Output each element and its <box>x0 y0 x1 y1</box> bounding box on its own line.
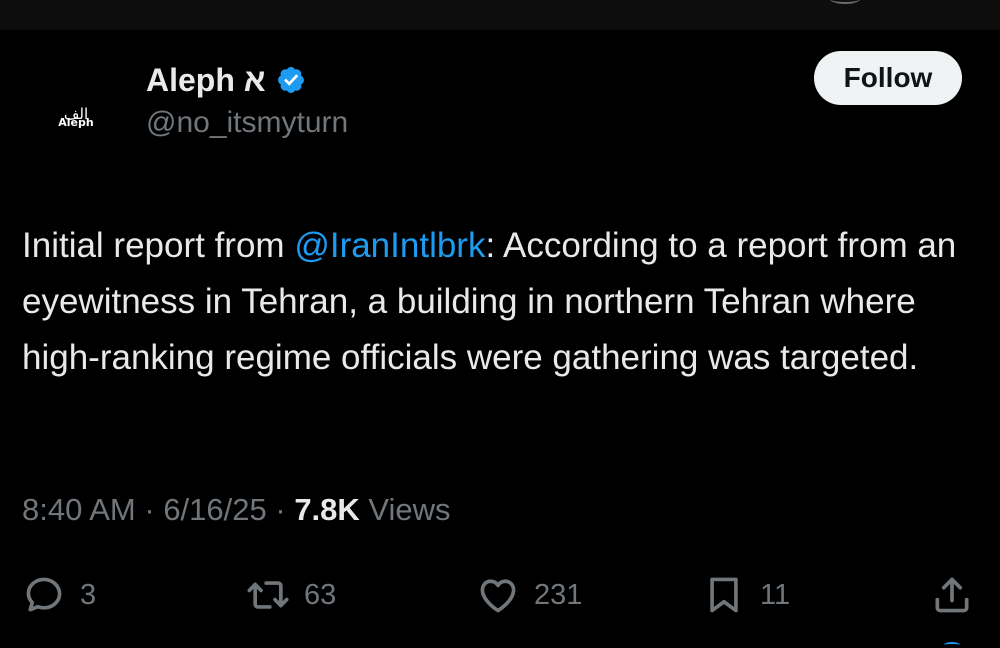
tweet: الف Aleph Aleph א @no_itsmyturn Follow I… <box>0 30 1000 648</box>
follow-button[interactable]: Follow <box>814 51 962 105</box>
top-app-bar <box>0 0 1000 30</box>
views-label: Views <box>359 492 451 527</box>
heart-icon <box>480 579 516 613</box>
views-count: 7.8K <box>294 492 360 527</box>
avatar-latin-text: Aleph <box>58 115 94 129</box>
bookmark-button[interactable]: 11 <box>702 570 790 620</box>
meta-separator: · <box>266 492 295 527</box>
mention-link[interactable]: @IranIntlbrk <box>294 226 485 265</box>
tweet-text-before: Initial report from <box>22 226 295 265</box>
author-name-row[interactable]: Aleph א <box>146 60 306 100</box>
partial-icon <box>944 642 960 648</box>
partial-icon <box>830 0 860 4</box>
share-button[interactable] <box>930 570 974 620</box>
like-count: 231 <box>534 578 583 611</box>
reply-button[interactable]: 3 <box>22 570 96 620</box>
share-icon <box>935 577 969 613</box>
action-bar: 3 63 231 11 <box>0 570 1000 620</box>
repost-count: 63 <box>304 578 337 611</box>
meta-separator: · <box>135 492 164 527</box>
tweet-text: Initial report from @IranIntlbrk: Accord… <box>22 218 982 386</box>
repost-icon <box>247 581 289 609</box>
repost-button[interactable]: 63 <box>246 570 336 620</box>
reply-icon <box>26 577 62 612</box>
bookmark-count: 11 <box>760 578 791 611</box>
reply-count: 3 <box>80 578 97 611</box>
tweet-time[interactable]: 8:40 AM <box>22 492 136 527</box>
avatar[interactable]: الف Aleph <box>24 65 128 169</box>
verified-badge-icon[interactable] <box>276 65 306 95</box>
like-button[interactable]: 231 <box>476 570 582 620</box>
tweet-meta: 8:40 AM · 6/16/25 · 7.8K Views <box>22 492 451 528</box>
bookmark-icon <box>710 577 738 613</box>
tweet-date[interactable]: 6/16/25 <box>163 492 266 527</box>
author-handle[interactable]: @no_itsmyturn <box>146 106 348 140</box>
display-name[interactable]: Aleph א <box>146 62 266 99</box>
